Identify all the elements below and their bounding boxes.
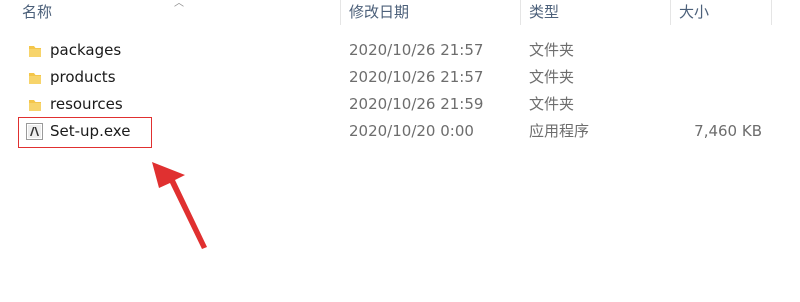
red-arrow-annotation bbox=[152, 162, 207, 249]
